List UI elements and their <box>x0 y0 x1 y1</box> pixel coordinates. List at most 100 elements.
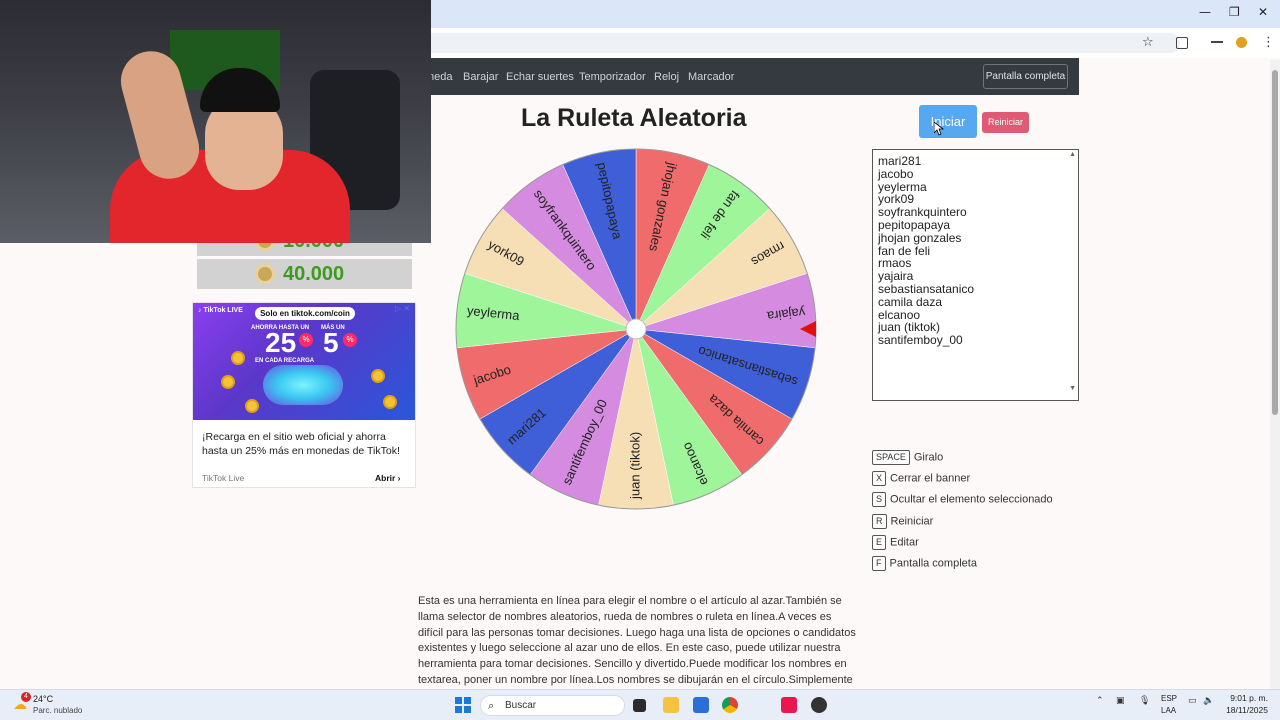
shortcut-label: Pantalla completa <box>889 557 977 570</box>
coin-icon <box>255 264 275 284</box>
ad-pill: Solo en tiktok.com/coin <box>255 307 355 320</box>
coin-pack-row[interactable]: 40.000 <box>197 259 412 289</box>
shortcut-label: Ocultar el elemento seleccionado <box>890 493 1053 506</box>
name-entry[interactable]: jacobo <box>878 167 1073 181</box>
name-entry[interactable]: jhojan gonzales <box>878 231 1073 245</box>
task-view-icon[interactable] <box>633 699 646 712</box>
keyboard-layout[interactable]: LAA <box>1161 706 1176 715</box>
ad-brand: TikTok Live <box>202 473 245 483</box>
roulette-wheel[interactable]: jhojan gonzales fan de felirmaosyajairase… <box>455 148 817 510</box>
ad-open-button[interactable]: Abrir › <box>375 473 401 483</box>
ad-percent-badge: % <box>299 333 313 347</box>
name-entry[interactable]: camila daza <box>878 295 1073 309</box>
shortcut-label: Editar <box>890 536 919 549</box>
page-title: La Ruleta Aleatoria <box>521 104 747 132</box>
tray-app-icon[interactable]: ▣ <box>1116 696 1125 706</box>
search-placeholder: Buscar <box>505 700 537 711</box>
name-entry[interactable]: mari281 <box>878 155 1073 168</box>
tray-overflow-icon[interactable]: ⌃ <box>1096 696 1104 706</box>
search-icon: ⌕ <box>488 699 495 712</box>
volume-icon[interactable]: 🔈 <box>1203 696 1214 706</box>
key-e: E <box>872 535 887 550</box>
coin-graphic <box>221 375 235 389</box>
ad-big-5: 5 <box>323 327 339 358</box>
key-x: X <box>872 471 887 486</box>
taskbar-search-input[interactable]: ⌕ Buscar <box>480 695 625 716</box>
reset-button[interactable]: Reiniciar <box>982 112 1029 133</box>
shortcut-r: R Reiniciar <box>872 514 933 530</box>
extensions-icon[interactable] <box>1176 37 1188 49</box>
network-icon[interactable]: ▭ <box>1188 696 1197 706</box>
fullscreen-nav-button[interactable]: Pantalla completa <box>983 64 1068 89</box>
nav-item-moneda[interactable]: neda <box>428 71 452 83</box>
shortcut-e: E Editar <box>872 535 919 551</box>
site-navbar: neda Barajar Echar suertes Temporizador … <box>420 58 1079 95</box>
shortcut-x: X Cerrar el banner <box>872 471 970 487</box>
wheel-segment-label: juan (tiktok) <box>627 432 642 500</box>
start-button[interactable]: Iniciar <box>919 105 977 138</box>
obs-icon[interactable] <box>811 697 827 713</box>
bookmark-star-icon[interactable]: ☆ <box>1142 35 1154 50</box>
restore-button[interactable]: ❐ <box>1229 5 1240 19</box>
ad-stage-graphic <box>263 365 343 405</box>
name-entry[interactable]: sebastiansatanico <box>878 283 1073 296</box>
notification-badge: 4 <box>21 692 31 702</box>
shortcut-label: Giralo <box>913 451 944 464</box>
browser-menu-icon[interactable]: ⋮ <box>1262 35 1275 50</box>
scroll-down-icon[interactable]: ▼ <box>1069 385 1076 392</box>
ad-image[interactable]: ♪ TikTok LIVE Solo en tiktok.com/coin AH… <box>193 303 415 420</box>
name-entry[interactable]: pepitopapaya <box>878 219 1073 232</box>
mouse-cursor-icon <box>934 122 944 136</box>
minimize-button[interactable]: — <box>1199 5 1211 19</box>
close-window-button[interactable]: ✕ <box>1258 5 1268 19</box>
windows-taskbar: ☁ 4 24°C Parc. nublado ⌕ Buscar ⌃ ▣ 🎙 ES… <box>0 689 1280 720</box>
weather-desc[interactable]: Parc. nublado <box>33 706 82 715</box>
store-icon[interactable] <box>693 697 709 713</box>
coin-graphic <box>245 399 259 413</box>
key-r: R <box>872 514 887 529</box>
microphone-icon[interactable]: 🎙 <box>1139 696 1150 706</box>
coin-graphic <box>383 395 397 409</box>
key-f: F <box>872 556 886 571</box>
nav-item-echar-suertes[interactable]: Echar suertes <box>506 71 574 83</box>
shortcut-s: S Ocultar el elemento seleccionado <box>872 492 1053 508</box>
key-space: SPACE <box>872 450 910 465</box>
start-windows-icon[interactable] <box>455 697 471 713</box>
tiktok-live-studio-icon[interactable] <box>781 697 797 713</box>
names-list[interactable]: mari281 jacobo yeylerma york09 soyfrankquint… <box>878 155 1073 347</box>
scroll-up-icon[interactable]: ▲ <box>1069 151 1076 158</box>
nav-item-reloj[interactable]: Reloj <box>654 71 679 83</box>
shortcut-space: SPACE Giralo <box>872 450 943 466</box>
names-textarea[interactable]: mari281 jacobo yeylerma york09 soyfrankquint… <box>872 149 1079 401</box>
language-indicator[interactable]: ESP <box>1161 694 1177 703</box>
chrome-icon[interactable] <box>722 697 738 713</box>
nav-item-temporizador[interactable]: Temporizador <box>579 71 646 83</box>
description-text: Esta es una herramienta en línea para el… <box>418 595 856 702</box>
tiktok-ad[interactable]: ♪ TikTok LIVE Solo en tiktok.com/coin AH… <box>192 302 416 488</box>
scrollbar-thumb[interactable] <box>1272 70 1278 415</box>
ad-headline[interactable]: ¡Recarga en el sitio web oficial y ahorr… <box>202 430 410 458</box>
nav-item-barajar[interactable]: Barajar <box>463 71 498 83</box>
shortcut-label: Cerrar el banner <box>890 472 971 485</box>
nav-item-marcador[interactable]: Marcador <box>688 71 734 83</box>
coin-amount: 40.000 <box>283 263 345 285</box>
coin-graphic <box>371 369 385 383</box>
wheel-hub <box>625 318 647 340</box>
coin-graphic <box>231 351 245 365</box>
clock-date[interactable]: 18/11/2025 <box>1220 705 1268 715</box>
webcam-overlay <box>0 0 431 243</box>
media-control-icon[interactable] <box>1211 41 1223 43</box>
ad-big-25: 25 <box>265 327 297 358</box>
tiktok-live-logo: ♪ TikTok LIVE <box>198 307 243 314</box>
clock-time[interactable]: 9:01 p. m. <box>1230 693 1268 703</box>
url-input[interactable] <box>420 33 1180 53</box>
ad-choices-icon[interactable]: ▷ ✕ <box>395 304 410 313</box>
ad-left-caption: EN CADA RECARGA <box>255 358 315 364</box>
profile-avatar[interactable] <box>1236 37 1247 48</box>
ad-percent-badge: % <box>343 333 357 347</box>
key-s: S <box>872 492 887 507</box>
name-entry[interactable]: santifemboy_00 <box>878 334 1073 347</box>
page-scrollbar[interactable] <box>1270 60 1280 690</box>
weather-temp[interactable]: 24°C <box>33 694 53 704</box>
file-explorer-icon[interactable] <box>663 697 679 713</box>
